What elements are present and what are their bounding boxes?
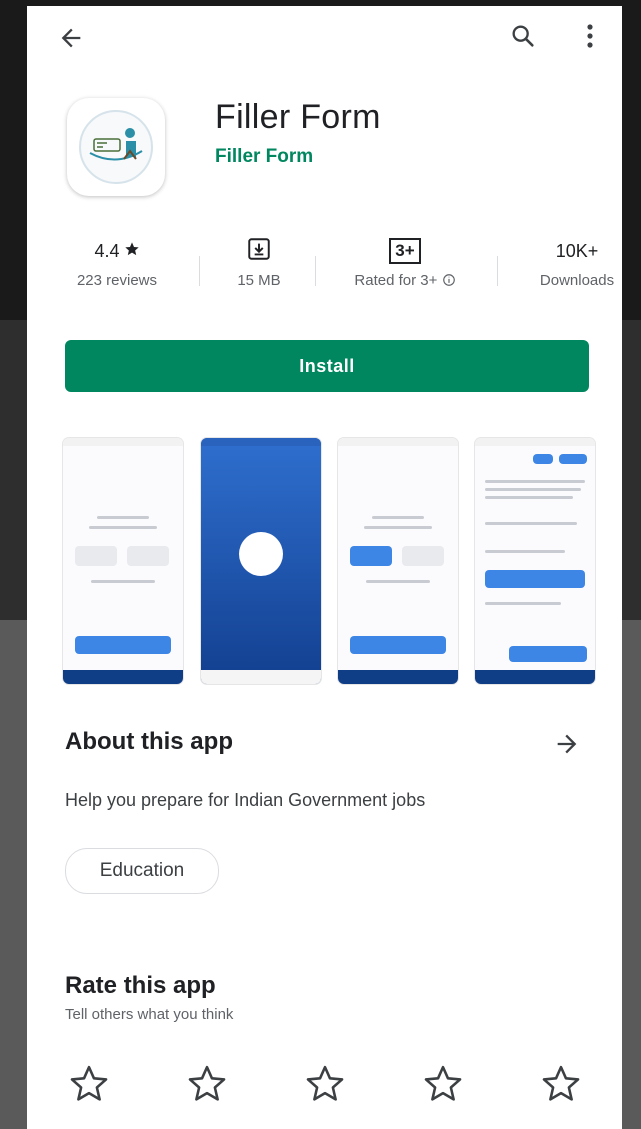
rate-star-4-icon[interactable] xyxy=(421,1062,465,1106)
rate-star-3-icon[interactable] xyxy=(303,1062,347,1106)
info-icon[interactable] xyxy=(442,273,456,291)
downloads-stat: 10K+ Downloads xyxy=(517,234,622,304)
screenshot-thumbnail[interactable] xyxy=(63,438,183,684)
rate-section-title: Rate this app xyxy=(65,972,216,999)
content-rating-stat[interactable]: 3+ Rated for 3+ xyxy=(329,234,481,304)
stat-divider xyxy=(199,256,200,286)
stat-divider xyxy=(315,256,316,286)
stat-divider xyxy=(497,256,498,286)
app-details-panel: Filler Form Filler Form 4.4 223 reviews … xyxy=(27,6,622,1129)
screenshot-thumbnail[interactable] xyxy=(201,438,321,684)
download-icon xyxy=(246,236,272,267)
rating-label: 223 reviews xyxy=(76,272,158,289)
app-description: Help you prepare for Indian Government j… xyxy=(65,790,426,810)
app-title: Filler Form xyxy=(215,98,381,136)
stats-row: 4.4 223 reviews 15 MB 3+ Rated for 3+ 10… xyxy=(27,234,622,304)
rating-stat[interactable]: 4.4 223 reviews xyxy=(57,234,177,304)
rate-star-2-icon[interactable] xyxy=(185,1062,229,1106)
screenshot-thumbnail[interactable] xyxy=(338,438,458,684)
about-section-title: About this app xyxy=(65,728,233,755)
screenshot-thumbnail[interactable] xyxy=(475,438,595,684)
back-arrow-icon[interactable] xyxy=(53,20,89,56)
screenshots-carousel[interactable] xyxy=(63,438,622,686)
app-logo-icon xyxy=(67,98,165,196)
content-rating-badge: 3+ xyxy=(389,238,421,264)
size-stat: 15 MB xyxy=(211,234,307,304)
rate-star-5-icon[interactable] xyxy=(539,1062,583,1106)
developer-link[interactable]: Filler Form xyxy=(215,146,313,168)
rate-star-1-icon[interactable] xyxy=(67,1062,111,1106)
rating-value: 4.4 xyxy=(94,240,120,261)
star-filled-icon xyxy=(124,241,140,262)
rate-subtitle: Tell others what you think xyxy=(65,1006,234,1023)
search-icon[interactable] xyxy=(505,18,541,54)
install-button[interactable]: Install xyxy=(65,340,589,392)
content-rating-label: Rated for 3+ xyxy=(354,272,438,289)
downloads-label: Downloads xyxy=(539,272,615,289)
size-label: 15 MB xyxy=(237,272,281,289)
more-options-icon[interactable] xyxy=(575,18,605,54)
downloads-value: 10K+ xyxy=(555,240,599,261)
arrow-right-icon[interactable] xyxy=(549,726,585,762)
category-chip[interactable]: Education xyxy=(65,848,219,894)
